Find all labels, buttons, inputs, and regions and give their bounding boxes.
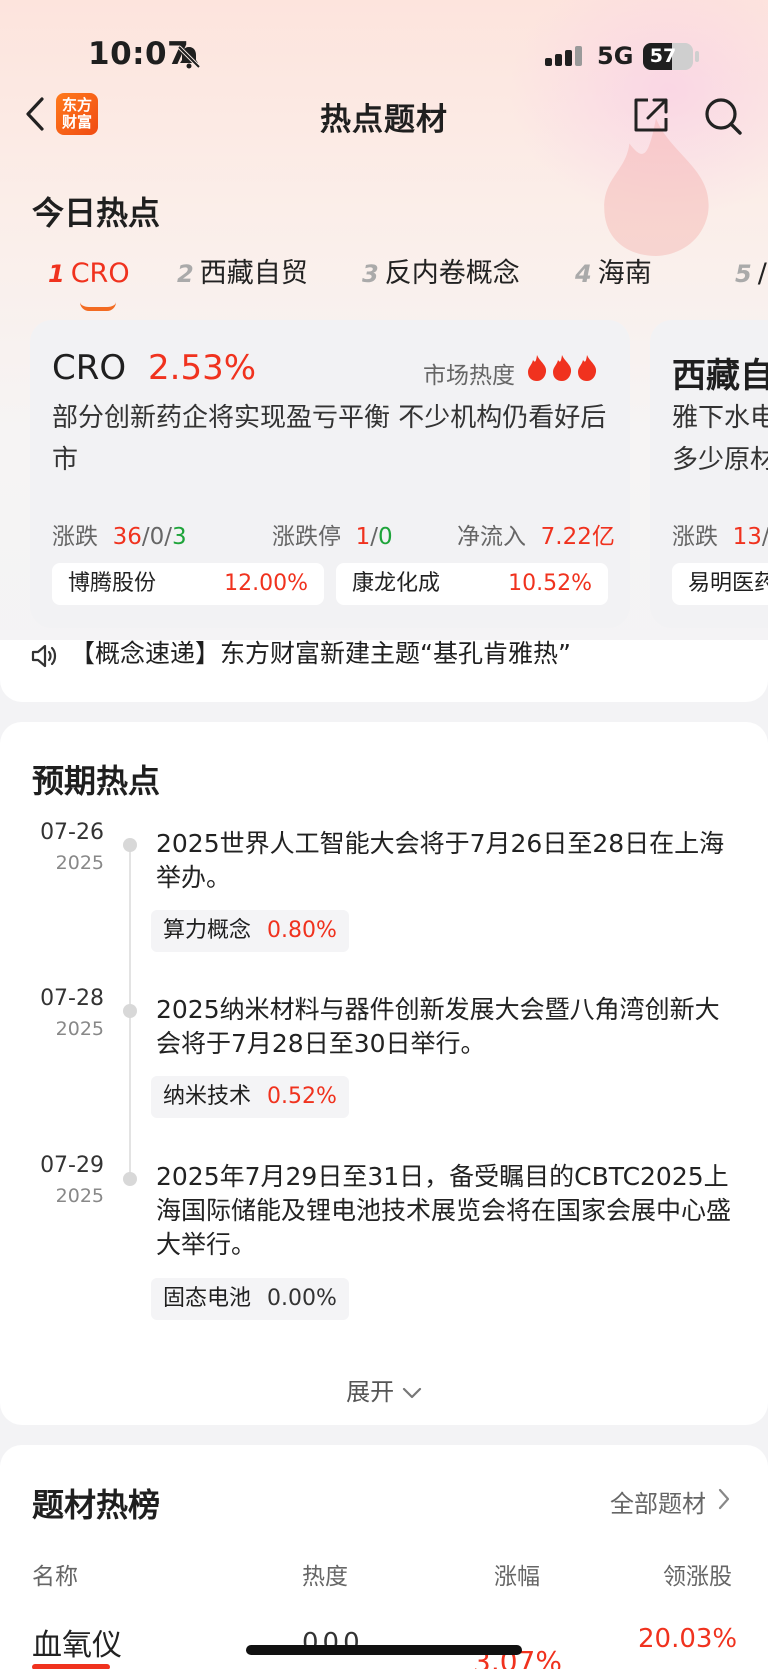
battery-level: 57 bbox=[649, 45, 677, 67]
leading-stock[interactable]: 易明医药 bbox=[672, 563, 768, 605]
network-type: 5G bbox=[597, 42, 634, 70]
hot-topic-tabs: 1 CRO 2 西藏自贸 3 反内卷概念 4 海南 5/ bbox=[0, 253, 768, 295]
tab-fanneijuan[interactable]: 3 反内卷概念 bbox=[362, 253, 520, 295]
tag-name: 固态电池 bbox=[163, 1286, 252, 1311]
inflow-value: 7.22亿 bbox=[540, 524, 615, 550]
rise-fall-label: 涨跌 bbox=[52, 524, 98, 550]
topic-change: 2.53% bbox=[148, 348, 257, 388]
inflow-label: 净流入 bbox=[457, 524, 526, 550]
event-date: 07-26 bbox=[40, 820, 104, 845]
tab-cro[interactable]: 1 CRO bbox=[48, 253, 130, 295]
chevron-right-icon[interactable] bbox=[716, 1487, 732, 1511]
limit-up-count: 1 bbox=[355, 524, 371, 550]
hot-list-heading: 题材热榜 bbox=[32, 1486, 161, 1524]
rest-count: /( bbox=[762, 524, 768, 550]
rise-fall-label: 涨跌 bbox=[672, 524, 718, 550]
column-header-heat[interactable]: 热度 bbox=[302, 1557, 348, 1591]
column-header-change[interactable]: 涨幅 bbox=[494, 1557, 540, 1591]
chevron-down-icon bbox=[402, 1387, 421, 1399]
fall-count: 3 bbox=[172, 524, 187, 550]
rise-fall-stat: 涨跌 13/( bbox=[672, 517, 768, 551]
tag-change: 0.52% bbox=[267, 1084, 337, 1109]
battery-icon: 57 bbox=[643, 43, 693, 70]
topic-description: 部分创新药企将实现盈亏平衡 不少机构仍看好后市 bbox=[52, 403, 607, 475]
expand-button[interactable]: 展开 bbox=[0, 1372, 768, 1407]
row-heat-bar bbox=[32, 1664, 110, 1669]
timeline-dot bbox=[123, 838, 137, 852]
signal-icon bbox=[545, 46, 582, 66]
topic-name: 西藏自 bbox=[672, 356, 768, 396]
tag-name: 纳米技术 bbox=[163, 1084, 252, 1109]
stock-name: 康龙化成 bbox=[352, 571, 441, 596]
tag-change: 0.80% bbox=[267, 918, 337, 943]
tab-label: 反内卷概念 bbox=[384, 258, 520, 289]
rise-count: 13 bbox=[732, 524, 762, 550]
desc-line: 雅下水电 bbox=[672, 403, 768, 433]
expected-heading: 预期热点 bbox=[32, 762, 161, 800]
event-date: 07-29 bbox=[40, 1153, 104, 1178]
event-tag[interactable]: 纳米技术 0.52% bbox=[151, 1076, 349, 1118]
tag-name: 算力概念 bbox=[163, 918, 252, 943]
tab-5[interactable]: 5/ bbox=[735, 253, 767, 295]
desc-line: 多少原材 bbox=[672, 445, 768, 475]
heat-flames-icon bbox=[528, 355, 597, 381]
stock-change: 10.52% bbox=[508, 571, 592, 596]
hot-topic-card[interactable]: 西藏自 雅下水电多少原材 涨跌 13/( 易明医药 bbox=[650, 320, 768, 628]
row-topic-name[interactable]: 血氧仪 bbox=[32, 1620, 122, 1664]
expand-label: 展开 bbox=[346, 1378, 395, 1406]
tab-label: 西藏自贸 bbox=[199, 258, 308, 289]
event-date: 07-28 bbox=[40, 986, 104, 1011]
battery-tip bbox=[695, 51, 699, 62]
news-ticker[interactable]: 【概念速递】东方财富新建主题“基孔肯雅热” bbox=[70, 636, 571, 672]
event-text[interactable]: 2025世界人工智能大会将于7月26日至28日在上海举办。 bbox=[156, 827, 736, 895]
tag-change: 0.00% bbox=[267, 1286, 337, 1311]
heat-label: 市场热度 bbox=[423, 363, 515, 389]
leading-stock[interactable]: 康龙化成 10.52% bbox=[336, 563, 608, 605]
active-tab-indicator bbox=[80, 302, 116, 311]
event-tag[interactable]: 算力概念 0.80% bbox=[151, 910, 349, 952]
tab-label: 海南 bbox=[597, 258, 652, 289]
tab-rank: 1 bbox=[48, 260, 65, 288]
status-time: 10:07 bbox=[88, 36, 190, 72]
all-topics-link[interactable]: 全部题材 bbox=[610, 1484, 706, 1519]
stock-change: 12.00% bbox=[224, 571, 308, 596]
home-indicator[interactable] bbox=[246, 1645, 522, 1655]
leading-stock[interactable]: 博腾股份 12.00% bbox=[52, 563, 324, 605]
today-heading: 今日热点 bbox=[32, 194, 161, 232]
tab-rank: 2 bbox=[177, 260, 194, 288]
bell-muted-icon bbox=[177, 45, 201, 69]
event-year: 2025 bbox=[55, 852, 104, 874]
rise-count: 36 bbox=[112, 524, 142, 550]
topic-name: CRO bbox=[52, 348, 127, 388]
event-tag[interactable]: 固态电池 0.00% bbox=[151, 1278, 349, 1320]
timeline-dot bbox=[123, 1172, 137, 1186]
tab-xizang[interactable]: 2 西藏自贸 bbox=[177, 253, 308, 295]
event-text[interactable]: 2025纳米材料与器件创新发展大会暨八角湾创新大会将于7月28日至30日举行。 bbox=[156, 993, 736, 1061]
limit-stat: 涨跌停 1/0 bbox=[272, 524, 393, 550]
column-header-name: 名称 bbox=[32, 1564, 78, 1590]
event-year: 2025 bbox=[55, 1185, 104, 1207]
tab-label: CRO bbox=[70, 258, 130, 289]
tab-rank: 3 bbox=[362, 260, 379, 288]
tab-rank: 5 bbox=[735, 260, 752, 288]
row-leader-change: 20.03% bbox=[638, 1624, 738, 1654]
stock-name: 博腾股份 bbox=[68, 571, 157, 596]
event-text[interactable]: 2025年7月29日至31日，备受瞩目的CBTC2025上海国际储能及锂电池技术… bbox=[156, 1160, 736, 1262]
tab-rank: 4 bbox=[575, 260, 592, 288]
search-icon[interactable] bbox=[703, 96, 743, 136]
timeline-dot bbox=[123, 1004, 137, 1018]
topic-description: 雅下水电 多少原材 bbox=[672, 397, 768, 481]
event-year: 2025 bbox=[55, 1018, 104, 1040]
column-header-leader: 领涨股 bbox=[663, 1564, 732, 1590]
speaker-icon bbox=[31, 644, 57, 668]
flat-count: 0 bbox=[149, 524, 165, 550]
tab-label: / bbox=[757, 258, 767, 289]
limit-down-count: 0 bbox=[378, 524, 393, 550]
rise-fall-stat: 涨跌 36/0/3 bbox=[52, 524, 187, 550]
tab-hainan[interactable]: 4 海南 bbox=[575, 253, 652, 295]
limit-label: 涨跌停 bbox=[272, 524, 341, 550]
share-icon[interactable] bbox=[632, 96, 670, 134]
inflow-stat: 净流入 7.22亿 bbox=[457, 517, 615, 551]
hot-topic-card[interactable]: CRO 2.53% 市场热度 部分创新药企将实现盈亏平衡 不少机构仍看好后市 涨… bbox=[30, 320, 630, 628]
